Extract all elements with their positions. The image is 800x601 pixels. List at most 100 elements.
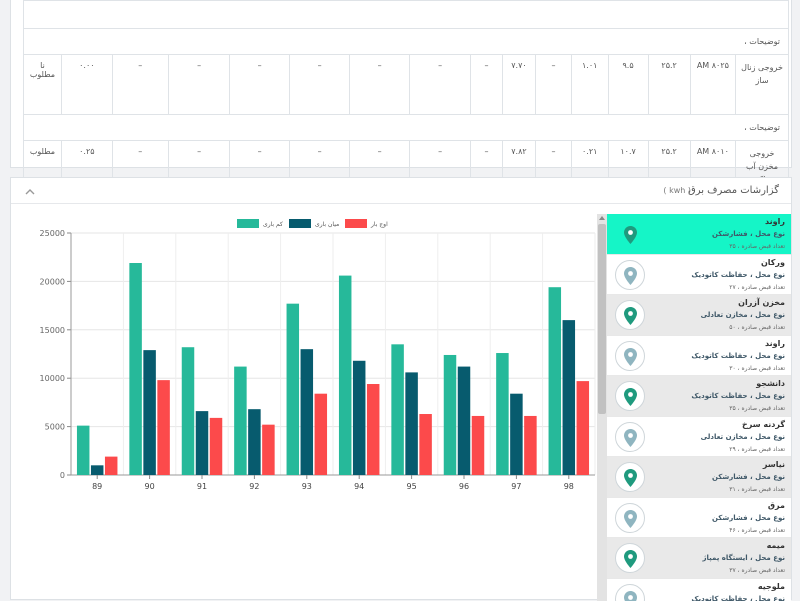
bar-اوج بار [262,425,275,475]
x-tick-label: 92 [249,482,259,491]
site-list-item[interactable]: ورکان نوع محل ، حفاظت کاتودیک تعداد قبض صا… [607,255,791,296]
x-tick-label: 97 [511,482,521,491]
site-list-item[interactable]: نیاسرنوع محل ، فشارشکنتعداد قبض صادره ، … [607,457,791,498]
chevron-up-icon[interactable] [23,184,37,198]
bar-کم باری [549,287,562,475]
y-tick-label: 20000 [40,277,65,286]
cell-value: – [230,55,289,115]
bar-کم باری [496,353,509,475]
site-list-item[interactable]: مرق نوع محل ، فشارشکن تعداد قبض صادره ، ۴۶ [607,498,791,539]
scroll-up-icon[interactable] [599,216,605,220]
legend-swatch [237,219,259,228]
bar-کم باری [77,426,90,475]
site-name: ملوجیه [758,582,785,591]
site-list-item[interactable]: مخزن آزران نوع محل ، مخازن تعادلی تعداد قب… [607,295,791,336]
bar-اوج بار [210,418,223,475]
bar-میان باری [353,361,366,475]
site-count: تعداد قبض صادره ، ۵۰ [729,324,785,331]
site-type: نوع محل ، فشارشکن [712,473,785,481]
site-name: مرق [768,501,785,510]
map-pin-icon[interactable] [615,219,645,249]
chart-svg: 0500010000150002000025000899091929394959… [19,210,599,510]
map-pin-icon[interactable] [615,341,645,371]
site-count: تعداد قبض صادره ، ۳۰ [729,365,785,372]
map-pin-icon[interactable] [615,462,645,492]
x-tick-label: 93 [302,482,312,491]
bar-اوج بار [157,380,170,475]
cell-value: – [168,55,230,115]
desc-cell: توضیحات ، [24,29,789,55]
bar-اوج بار [315,394,328,475]
x-tick-label: 98 [564,482,574,491]
site-name: مخزن آزران [738,298,785,307]
table-row [24,1,789,29]
site-list-item[interactable]: ملوجیه نوع محل ، حفاظت کاتودیک [607,579,791,601]
bar-کم باری [444,355,457,475]
bar-میان باری [563,320,576,475]
cell-value: ۰.۰۰ [61,55,112,115]
map-pin-icon[interactable] [615,584,645,601]
site-name: راوند [765,217,785,226]
bar-میان باری [510,394,523,475]
site-type: نوع محل ، حفاظت کاتودیک [691,392,785,400]
table-top-spacer [24,1,789,29]
x-tick-label: 95 [407,482,417,491]
scroll-thumb[interactable] [598,224,606,414]
site-name: دانشجو [756,379,785,388]
map-pin-icon[interactable] [615,503,645,533]
site-name: نیاسر [763,460,785,469]
legend-swatch [345,219,367,228]
site-type: نوع محل ، فشارشکن [712,230,785,238]
site-list-item[interactable]: میمهنوع محل ، ایستگاه پمپاژتعداد قبض صاد… [607,538,791,579]
report-header: گزارشات مصرف برق ( kwh ) [11,178,791,204]
site-type: نوع محل ، حفاظت کاتودیک [691,595,785,601]
cell-value: – [536,55,572,115]
cell-value: – [471,55,502,115]
site-name: راوند [765,339,785,348]
bar-اوج بار [577,381,590,475]
site-items: راوند نوع محل ، فشارشکن تعداد قبض صادره ، … [607,214,791,601]
cell-value: – [409,55,471,115]
map-pin-icon[interactable] [615,381,645,411]
site-count: تعداد قبض صادره ، ۴۶ [729,527,785,534]
report-title: گزارشات مصرف برق [688,185,779,196]
y-tick-label: 25000 [40,229,65,238]
site-count: تعداد قبض صادره ، ۲۷ [729,284,785,291]
map-pin-icon[interactable] [615,422,645,452]
bar-میان باری [91,465,104,475]
bar-کم باری [182,347,195,475]
list-scrollbar[interactable] [597,214,607,601]
electricity-report-card: گزارشات مصرف برق ( kwh ) 050001000015000… [10,177,792,600]
site-name: ورکان [761,258,785,267]
legend-swatch [289,219,311,228]
bar-میان باری [248,409,261,475]
bar-میان باری [405,372,418,475]
map-pin-icon[interactable] [615,260,645,290]
site-type: نوع محل ، ایستگاه پمپاژ [702,554,785,562]
site-count: تعداد قبض صادره ، ۲۹ [729,446,785,453]
site-list-item[interactable]: راوندنوع محل ، حفاظت کاتودیکتعداد قبض صا… [607,336,791,377]
site-list-item[interactable]: دانشجونوع محل ، حفاظت کاتودیکتعداد قبض ص… [607,376,791,417]
cell-value: – [289,55,350,115]
site-list-item[interactable]: گردنه سرخنوع محل ، مخازن تعادلیتعداد قبض… [607,417,791,458]
bar-اوج بار [419,414,432,475]
site-type: نوع محل ، مخازن تعادلی [701,311,785,319]
cell-time: ۸۰۲۵ AM [690,55,735,115]
x-tick-label: 94 [354,482,364,491]
bar-کم باری [234,367,247,475]
cell-value: ۲۵.۲ [648,55,690,115]
x-tick-label: 89 [92,482,102,491]
legend-label: کم باری [263,221,283,228]
map-pin-icon[interactable] [615,543,645,573]
bar-کم باری [129,263,142,475]
map-pin-icon[interactable] [615,300,645,330]
table-row[interactable]: خروجی زنال ساز ۸۰۲۵ AM ۲۵.۲ ۹.۵ ۱.۰۱ – ۷… [24,55,789,115]
consumption-chart: 0500010000150002000025000899091929394959… [19,210,599,510]
bar-اوج بار [367,384,380,475]
site-type: نوع محل ، فشارشکن [712,514,785,522]
cell-value: ۹.۵ [608,55,648,115]
cell-value: ۷.۷۰ [502,55,535,115]
site-type: نوع محل ، مخازن تعادلی [701,433,785,441]
site-list-item[interactable]: راوندنوع محل ، فشارشکنتعداد قبض صادره ، … [607,214,791,255]
site-type: نوع محل ، حفاظت کاتودیک [691,271,785,279]
